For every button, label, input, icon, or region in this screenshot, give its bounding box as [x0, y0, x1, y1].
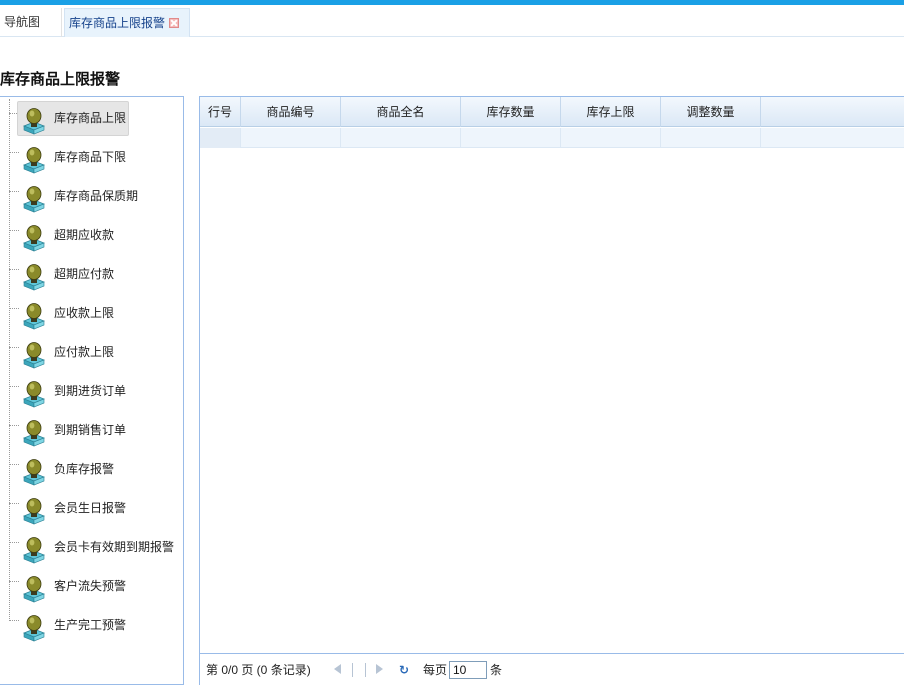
table-cell: [341, 128, 461, 148]
tree-item-label: 会员生日报警: [54, 501, 127, 515]
column-header-adjust-quantity[interactable]: 调整数量: [661, 97, 761, 127]
tree-connector: [9, 347, 19, 348]
column-header-row-number[interactable]: 行号: [200, 97, 241, 127]
tree-connector: [9, 308, 19, 309]
table-cell: [461, 128, 561, 148]
tree-item-label: 生产完工预警: [54, 618, 127, 632]
tree-connector: [9, 581, 19, 582]
tree-item[interactable]: 库存商品上限: [9, 101, 181, 137]
tree-connector: [9, 542, 19, 543]
tree-connector: [9, 152, 19, 153]
tree-item[interactable]: 应收款上限: [9, 296, 181, 332]
lightbulb-icon: [22, 185, 46, 215]
records-unit-label: 条: [490, 663, 503, 677]
tab-navigation[interactable]: 导航图: [0, 8, 62, 37]
tree-item-label: 库存商品上限: [54, 111, 127, 125]
column-header-stock-upper-limit[interactable]: 库存上限: [561, 97, 661, 127]
lightbulb-icon: [22, 107, 46, 137]
alarm-tree-panel: 库存商品上限 库存商品下限 库存商品保质期 超期应收款超期应付款应收款上限应付款上限到…: [0, 96, 184, 685]
tree-item-label: 到期销售订单: [54, 423, 127, 437]
lightbulb-icon: [22, 224, 46, 254]
tree-connector: [9, 191, 19, 192]
lightbulb-icon: [22, 263, 46, 293]
page-title: 库存商品上限报警: [0, 71, 121, 88]
table-row[interactable]: [200, 128, 904, 148]
column-header-product-code[interactable]: 商品编号: [241, 97, 341, 127]
tree-item[interactable]: 负库存报警: [9, 452, 181, 488]
tree-item[interactable]: 应付款上限: [9, 335, 181, 371]
tab-label: 库存商品上限报警: [69, 16, 166, 30]
tree-item[interactable]: 库存商品下限: [9, 140, 181, 176]
tree-item-label: 库存商品下限: [54, 150, 127, 164]
lightbulb-icon: [22, 536, 46, 566]
divider: [365, 663, 366, 677]
grid-header: 行号 商品编号 商品全名 库存数量 库存上限 调整数量: [200, 97, 904, 127]
tree-connector: [9, 464, 19, 465]
tree-item-label: 超期应付款: [54, 267, 115, 281]
tree-item-label: 应付款上限: [54, 345, 115, 359]
tree-connector: [9, 503, 19, 504]
page-size-input[interactable]: [449, 661, 487, 679]
tree-item[interactable]: 到期进货订单: [9, 374, 181, 410]
lightbulb-icon: [22, 614, 46, 644]
tree-item[interactable]: 库存商品保质期: [9, 179, 181, 215]
tree-item[interactable]: 客户流失预警: [9, 569, 181, 605]
tree-item-label: 应收款上限: [54, 306, 115, 320]
tree-item-label: 客户流失预警: [54, 579, 127, 593]
column-header-product-name[interactable]: 商品全名: [341, 97, 461, 127]
page-status: 第 0/0 页 (0 条记录): [206, 663, 311, 677]
tree-item[interactable]: 到期销售订单: [9, 413, 181, 449]
lightbulb-icon: [22, 380, 46, 410]
data-grid: 行号 商品编号 商品全名 库存数量 库存上限 调整数量 第 0/0 页 (0 条…: [199, 96, 904, 685]
lightbulb-icon: [22, 497, 46, 527]
tree-item-label: 库存商品保质期: [54, 189, 139, 203]
table-cell: [661, 128, 761, 148]
lightbulb-icon: [22, 302, 46, 332]
column-header-stock-quantity[interactable]: 库存数量: [461, 97, 561, 127]
tree-item[interactable]: 会员卡有效期到期报警: [9, 530, 181, 566]
pagination-bar: 第 0/0 页 (0 条记录) ↻ 每页 条: [200, 653, 904, 685]
lightbulb-icon: [22, 458, 46, 488]
tree-item[interactable]: 超期应付款: [9, 257, 181, 293]
next-page-icon[interactable]: [376, 664, 383, 674]
tab-bar: 导航图 库存商品上限报警: [0, 5, 904, 37]
tree-item-label: 超期应收款: [54, 228, 115, 242]
prev-page-icon[interactable]: [334, 664, 341, 674]
tab-label: 导航图: [4, 15, 41, 29]
lightbulb-icon: [22, 575, 46, 605]
tree-connector: [9, 386, 19, 387]
tab-stock-upper-limit-alarm[interactable]: 库存商品上限报警: [64, 8, 190, 37]
table-cell: [200, 128, 241, 148]
tree-item[interactable]: 会员生日报警: [9, 491, 181, 527]
tree-item-label: 负库存报警: [54, 462, 115, 476]
tree-item[interactable]: 生产完工预警: [9, 608, 181, 644]
per-page-label: 每页: [423, 663, 448, 677]
lightbulb-icon: [22, 419, 46, 449]
tree-item-label: 到期进货订单: [54, 384, 127, 398]
tree-connector: [9, 620, 19, 621]
lightbulb-icon: [22, 341, 46, 371]
table-cell: [241, 128, 341, 148]
tree-connector: [9, 269, 19, 270]
tree-connector: [9, 230, 19, 231]
divider: [352, 663, 353, 677]
tree-item-label: 会员卡有效期到期报警: [54, 540, 175, 554]
tree-item[interactable]: 超期应收款: [9, 218, 181, 254]
close-icon[interactable]: [169, 18, 180, 28]
tree-connector: [9, 425, 19, 426]
table-cell: [561, 128, 661, 148]
lightbulb-icon: [22, 146, 46, 176]
refresh-icon[interactable]: ↻: [399, 663, 411, 677]
